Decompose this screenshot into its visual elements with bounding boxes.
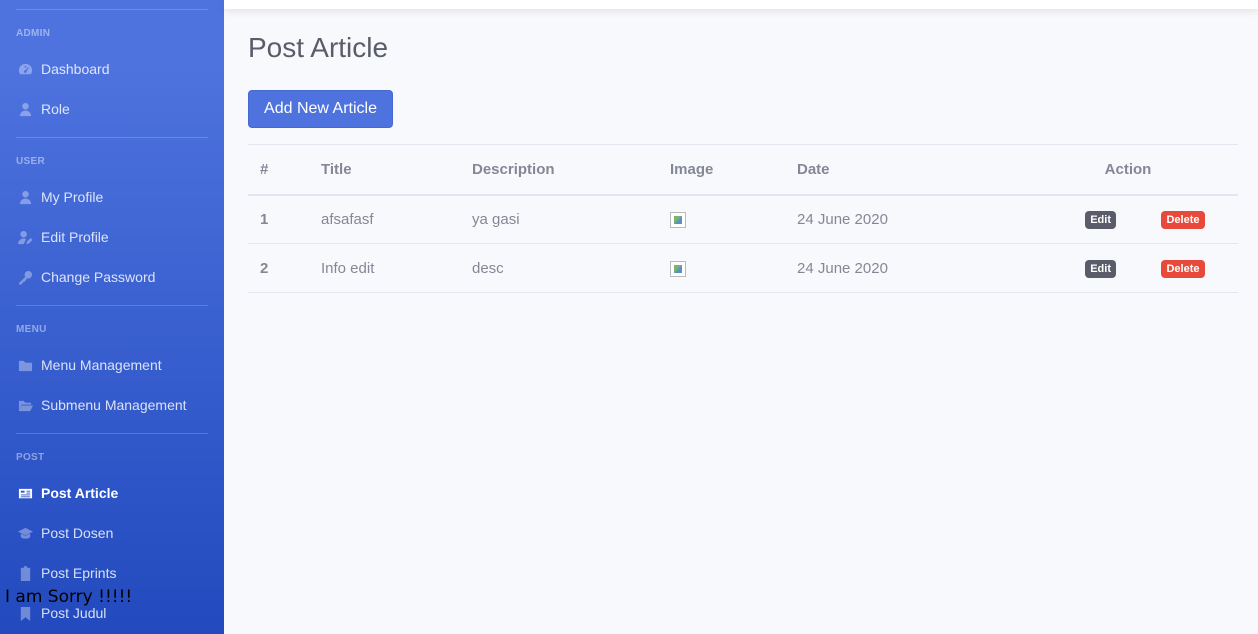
row-delete-cell: Delete [1128,194,1238,244]
articles-table: # Title Description Image Date Action 1 … [248,144,1238,293]
edit-button[interactable]: Edit [1085,259,1116,278]
sidebar-item-label: Role [41,101,70,117]
row-number: 2 [248,243,309,293]
user-icon [16,189,34,205]
sidebar-item-role[interactable]: Role [16,97,216,121]
row-image-cell [658,243,785,293]
sidebar-heading-user: USER [16,156,45,167]
clipboard-icon [16,565,34,581]
sidebar-item-label: Post Dosen [41,525,114,541]
sidebar-heading-menu: MENU [16,324,47,335]
row-delete-cell: Delete [1128,243,1238,293]
sidebar-divider [16,305,208,306]
column-header-description: Description [460,144,658,196]
folder-open-icon [16,397,34,413]
row-description: desc [460,243,658,293]
sidebar-item-label: Change Password [41,269,156,285]
bookmark-icon [16,605,34,621]
row-edit-cell: Edit [1018,243,1128,293]
sidebar-item-label: Edit Profile [41,229,109,245]
sidebar-item-label: Dashboard [41,61,110,77]
sidebar-item-menu-management[interactable]: Menu Management [16,353,216,377]
sidebar-item-post-eprints[interactable]: Post Eprints [16,561,216,585]
row-image-cell [658,194,785,244]
page-title: Post Article [248,32,389,63]
graduation-cap-icon [16,525,34,541]
sidebar: ADMIN Dashboard Role USER My Profile Edi… [0,0,224,634]
newspaper-icon [16,485,34,501]
sidebar-item-dashboard[interactable]: Dashboard [16,57,216,81]
sidebar-item-label: Menu Management [41,357,162,373]
table-row: 2 Info edit desc 24 June 2020 Edit Delet… [248,243,1238,293]
column-header-action: Action [1018,144,1238,196]
row-title: Info edit [309,243,460,293]
key-icon [16,269,34,285]
topbar [224,0,1258,9]
sidebar-item-label: Submenu Management [41,397,187,413]
sidebar-item-edit-profile[interactable]: Edit Profile [16,225,216,249]
broken-image-icon [670,261,686,277]
row-edit-cell: Edit [1018,194,1128,244]
user-tie-icon [16,101,34,117]
delete-button[interactable]: Delete [1161,259,1205,278]
sidebar-divider [16,9,208,10]
table-row: 1 afsafasf ya gasi 24 June 2020 Edit Del… [248,194,1238,244]
sidebar-item-label: Post Judul [41,605,107,621]
edit-button[interactable]: Edit [1085,210,1116,229]
add-new-article-button[interactable]: Add New Article [248,90,393,128]
tachometer-icon [16,61,34,77]
sidebar-divider [16,137,208,138]
broken-image-icon [670,212,686,229]
row-date: 24 June 2020 [785,243,1018,293]
sidebar-divider [16,433,208,434]
row-number: 1 [248,194,309,244]
sidebar-item-label: Post Eprints [41,565,117,581]
column-header-date: Date [785,144,1018,196]
sidebar-item-post-dosen[interactable]: Post Dosen [16,521,216,545]
sidebar-item-change-password[interactable]: Change Password [16,265,216,289]
overlay-text: I am Sorry !!!!! [5,587,133,607]
table-header-row: # Title Description Image Date Action [248,144,1238,196]
sidebar-heading-admin: ADMIN [16,28,51,39]
sidebar-item-my-profile[interactable]: My Profile [16,185,216,209]
sidebar-item-post-article[interactable]: Post Article [16,481,216,505]
delete-button[interactable]: Delete [1161,210,1205,229]
user-edit-icon [16,229,34,245]
column-header-number: # [248,144,309,196]
sidebar-item-label: My Profile [41,189,104,205]
column-header-image: Image [658,144,785,196]
row-title: afsafasf [309,194,460,244]
folder-icon [16,357,34,373]
sidebar-heading-post: POST [16,452,45,463]
sidebar-item-submenu-management[interactable]: Submenu Management [16,393,216,417]
row-date: 24 June 2020 [785,194,1018,244]
sidebar-item-label: Post Article [41,485,119,501]
row-description: ya gasi [460,194,658,244]
column-header-title: Title [309,144,460,196]
